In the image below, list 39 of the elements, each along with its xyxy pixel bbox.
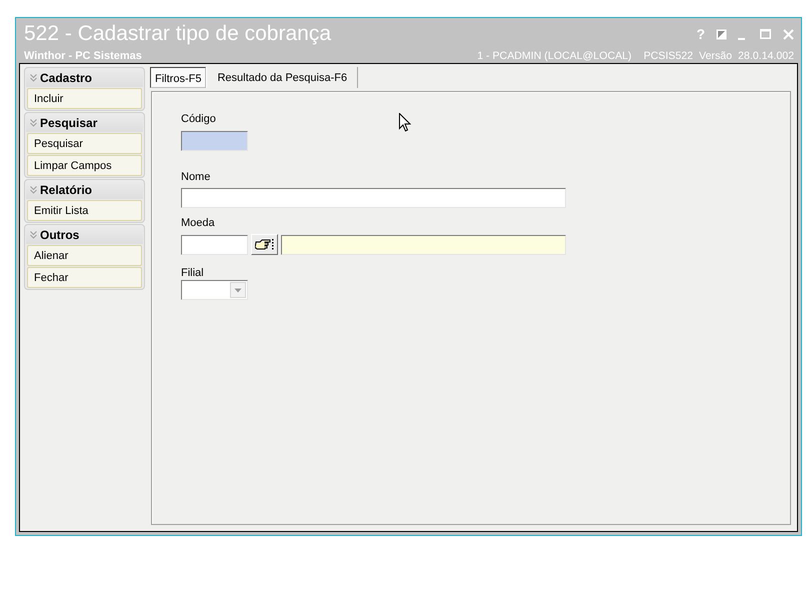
- name-input-field[interactable]: [181, 188, 566, 208]
- company-name: Winthor - PC Sistemas: [24, 50, 142, 62]
- field-label: Filial: [181, 266, 204, 280]
- program-code: PCSIS522: [644, 50, 694, 62]
- sidebar-item[interactable]: Pesquisar: [27, 133, 142, 154]
- version-label: Versão: [699, 50, 732, 62]
- double-chevron-icon: [30, 186, 37, 194]
- close-icon: [783, 28, 794, 40]
- mouse-cursor-icon: [399, 113, 411, 132]
- window-title: 522 - Cadastrar tipo de cobrança: [24, 22, 332, 46]
- group-title: Relatório: [40, 182, 92, 196]
- lookup-button[interactable]: [251, 234, 278, 255]
- sidebar-item[interactable]: Fechar: [27, 267, 142, 288]
- currency-code-field[interactable]: [181, 234, 248, 254]
- double-chevron-icon: [30, 230, 37, 238]
- tab[interactable]: Filtros-F5: [150, 67, 206, 88]
- sidebar-item[interactable]: Alienar: [27, 245, 142, 266]
- minimize-icon: [738, 38, 745, 40]
- field-label: Código: [181, 112, 216, 126]
- sidebar-item[interactable]: Limpar Campos: [27, 155, 142, 176]
- version-number: 28.0.14.002: [738, 50, 794, 62]
- code-input-field[interactable]: [181, 131, 248, 151]
- group-title: Pesquisar: [40, 116, 98, 130]
- group-title: Cadastro: [40, 70, 92, 84]
- group-title: Outros: [40, 228, 80, 242]
- maximize-icon: [760, 29, 771, 40]
- pointing-hand-icon: [255, 238, 274, 251]
- field-label: Moeda: [181, 216, 215, 230]
- contrast-button[interactable]: [716, 27, 727, 42]
- session-user: 1 - PCADMIN (LOCAL@LOCAL): [477, 50, 632, 62]
- field-label: Nome: [181, 170, 210, 184]
- branch-dropdown[interactable]: [181, 280, 248, 300]
- double-chevron-icon: [30, 74, 37, 82]
- tab[interactable]: Resultado da Pesquisa-F6: [206, 67, 358, 88]
- sidebar-item[interactable]: Emitir Lista: [27, 200, 142, 221]
- double-chevron-icon: [30, 118, 37, 126]
- sidebar-item[interactable]: Incluir: [27, 88, 142, 109]
- half-square-icon: [716, 28, 727, 40]
- close-button[interactable]: [783, 27, 794, 42]
